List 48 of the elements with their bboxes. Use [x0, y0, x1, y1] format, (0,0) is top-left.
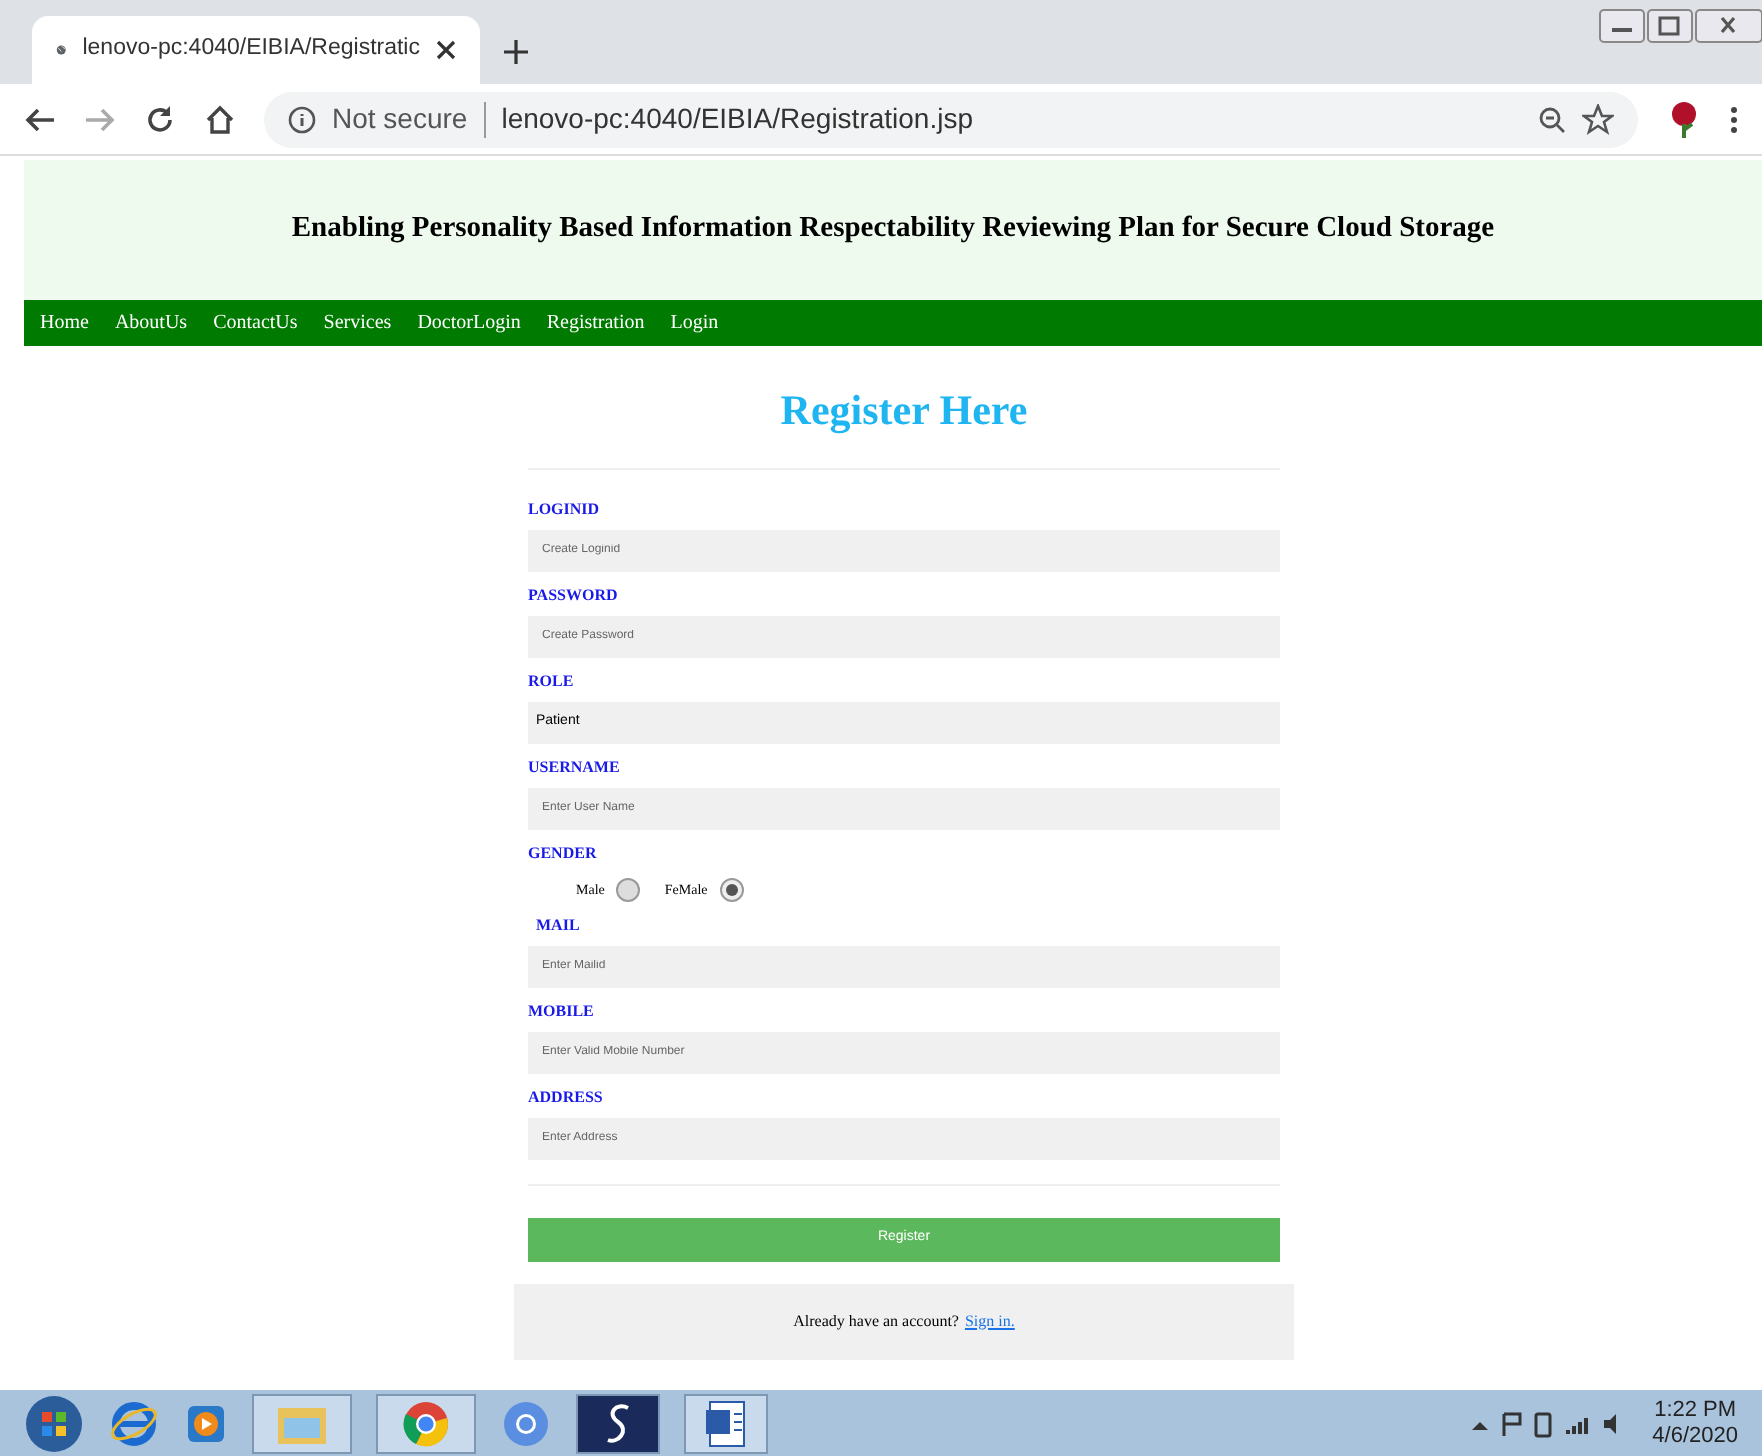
app-taskbar-button[interactable] — [576, 1393, 660, 1453]
new-tab-icon[interactable] — [504, 40, 528, 64]
field-label: LOGINID — [528, 497, 602, 521]
media-player-icon[interactable] — [184, 1401, 228, 1445]
nav-link[interactable]: Registration — [546, 308, 645, 338]
clock-date: 4/6/2020 — [1652, 1423, 1738, 1449]
site-title: Enabling Personality Based Information Respectability Reviewing Plan for Secure Cloud Storage — [291, 210, 1495, 249]
star-icon[interactable] — [1582, 103, 1614, 135]
chrome-icon — [402, 1399, 450, 1447]
reload-icon[interactable] — [144, 103, 176, 135]
nav-link[interactable]: Login — [670, 308, 719, 338]
nav-link[interactable]: Home — [40, 308, 89, 338]
field-label: MOBILE — [528, 999, 596, 1023]
document-icon — [704, 1399, 748, 1447]
start-icon[interactable] — [24, 1393, 84, 1453]
field-label: ADDRESS — [528, 1085, 605, 1109]
radio-button[interactable] — [719, 877, 744, 901]
nav-link[interactable]: ContactUs — [213, 308, 298, 338]
nav-link[interactable]: Services — [323, 308, 392, 338]
address-bar[interactable]: Not secure lenovo-pc:4040/EIBIA/Registration.jsp — [264, 91, 1638, 147]
menu-icon[interactable] — [1730, 105, 1738, 133]
sign-in-link[interactable]: Sign in. — [964, 1309, 1015, 1333]
window-controls-icon[interactable] — [1598, 8, 1762, 44]
home-icon[interactable] — [204, 103, 236, 135]
nav-link[interactable]: DoctorLogin — [417, 308, 521, 338]
form-title: Register Here — [778, 384, 1030, 438]
radio-button[interactable] — [616, 877, 641, 901]
document-taskbar-button[interactable] — [684, 1393, 768, 1453]
field-label: PASSWORD — [528, 583, 620, 607]
footer-text: Already have an account? — [793, 1309, 959, 1333]
field-label: USERNAME — [528, 755, 622, 779]
back-icon[interactable] — [24, 103, 56, 135]
flower-icon[interactable] — [1666, 99, 1702, 139]
security-label: Not secure — [332, 100, 468, 138]
zoom-icon[interactable] — [1538, 105, 1566, 133]
nav-link[interactable]: AboutUs — [114, 308, 188, 338]
browser-icon[interactable] — [500, 1397, 552, 1449]
url-text: lenovo-pc:4040/EIBIA/Registration.jsp — [501, 100, 976, 138]
chrome-taskbar-button[interactable] — [376, 1393, 476, 1453]
info-icon — [288, 105, 316, 133]
field-label: GENDER — [528, 841, 599, 865]
close-icon[interactable] — [436, 40, 456, 60]
clock-time: 1:22 PM — [1654, 1397, 1737, 1423]
browser-tab[interactable]: lenovo-pc:4040/EIBIA/Registratic — [32, 16, 480, 84]
tab-title: lenovo-pc:4040/EIBIA/Registratic — [82, 34, 420, 65]
ie-icon[interactable] — [108, 1397, 160, 1449]
field-label: MAIL — [536, 913, 582, 937]
field-label: ROLE — [528, 669, 576, 693]
